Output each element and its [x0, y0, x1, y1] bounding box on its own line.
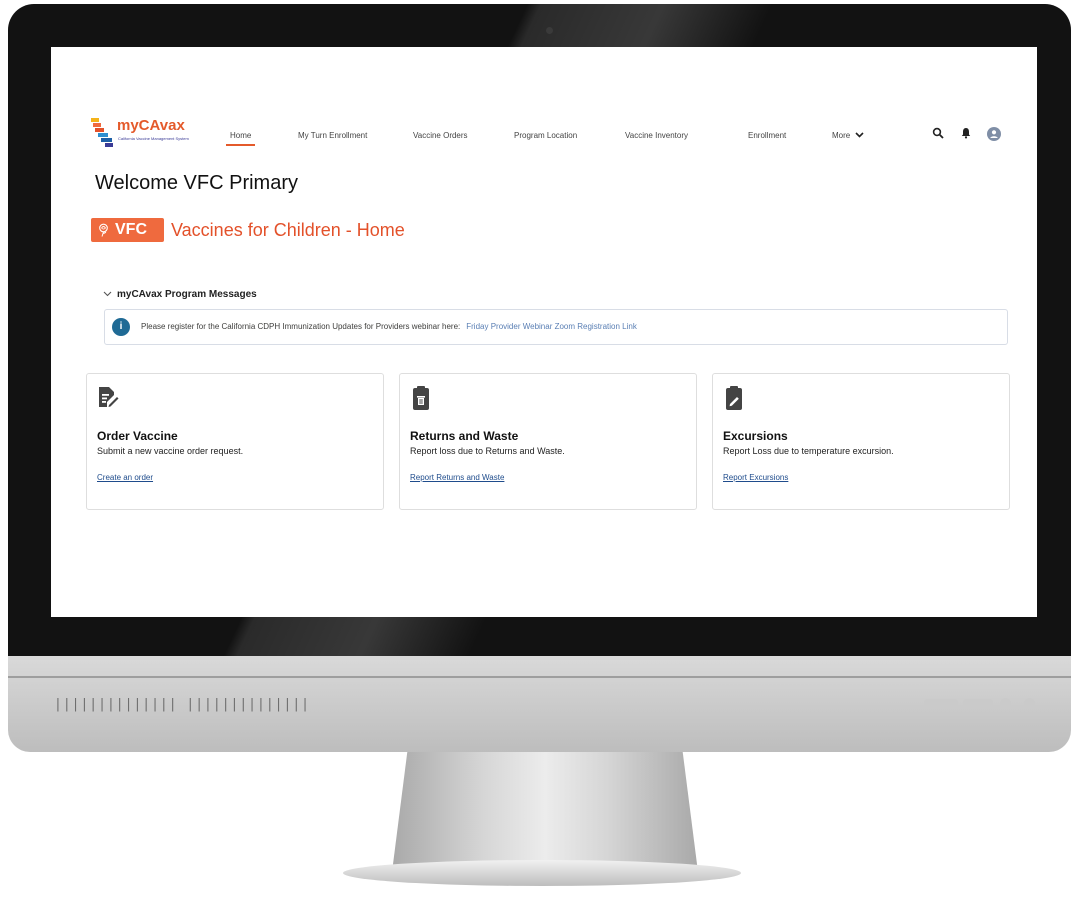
report-excursions-link[interactable]: Report Excursions: [723, 473, 788, 482]
chin-divider: [8, 676, 1071, 678]
logo-tagline: California Vaccine Management System: [118, 136, 189, 141]
card-title: Order Vaccine: [97, 429, 178, 443]
vfc-badge: VFC: [91, 218, 164, 242]
camera: [546, 27, 553, 34]
speaker-grille: |||||||||||||| ||||||||||||||: [54, 697, 310, 712]
program-messages-toggle[interactable]: myCAvax Program Messages: [117, 289, 257, 300]
logo-text: myCAvax: [117, 117, 185, 134]
report-returns-waste-link[interactable]: Report Returns and Waste: [410, 473, 504, 482]
message-text: Please register for the California CDPH …: [141, 322, 637, 331]
nav-my-turn-enrollment[interactable]: My Turn Enrollment: [298, 131, 367, 140]
webinar-registration-link[interactable]: Friday Provider Webinar Zoom Registratio…: [466, 322, 637, 331]
card-title: Excursions: [723, 429, 788, 443]
mycavax-logo[interactable]: myCAvax California Vaccine Management Sy…: [91, 117, 211, 148]
app-screen: myCAvax California Vaccine Management Sy…: [51, 47, 1037, 617]
bell-icon[interactable]: [960, 127, 972, 139]
nav-home[interactable]: Home: [225, 131, 256, 146]
card-title: Returns and Waste: [410, 429, 519, 443]
california-logo-icon: [91, 118, 113, 147]
chevron-down-icon[interactable]: [103, 291, 112, 297]
search-icon[interactable]: [932, 127, 944, 139]
clipboard-trash-icon: [413, 386, 429, 410]
program-title: Vaccines for Children - Home: [171, 220, 405, 240]
nav-more-label: More: [832, 131, 851, 140]
excursions-card: Excursions Report Loss due to temperatur…: [712, 373, 1010, 510]
monitor-button: [1024, 698, 1035, 709]
order-vaccine-card: Order Vaccine Submit a new vaccine order…: [86, 373, 384, 510]
user-avatar-icon[interactable]: [987, 127, 1001, 141]
card-description: Submit a new vaccine order request.: [97, 446, 244, 456]
monitor-button: [963, 699, 993, 709]
clipboard-edit-icon: [726, 386, 742, 410]
vfc-badge-text: VFC: [115, 221, 147, 238]
program-message: i Please register for the California CDP…: [104, 309, 1008, 345]
returns-waste-card: Returns and Waste Report loss due to Ret…: [399, 373, 697, 510]
nav-program-location[interactable]: Program Location: [514, 131, 577, 140]
card-description: Report Loss due to temperature excursion…: [723, 446, 894, 456]
nav-vaccine-orders[interactable]: Vaccine Orders: [413, 131, 468, 140]
card-description: Report loss due to Returns and Waste.: [410, 446, 565, 456]
chevron-down-icon: [855, 132, 865, 138]
monitor-base: [343, 860, 741, 886]
info-icon: i: [112, 318, 130, 336]
order-document-icon: [99, 387, 119, 407]
monitor-button: [1000, 698, 1011, 709]
message-body: Please register for the California CDPH …: [141, 322, 461, 331]
nav-more[interactable]: More: [832, 131, 865, 140]
monitor-button: [924, 699, 958, 709]
nav-enrollment[interactable]: Enrollment: [748, 131, 786, 140]
nav-vaccine-inventory[interactable]: Vaccine Inventory: [625, 131, 688, 140]
rose-icon: [99, 223, 108, 237]
monitor-stand: [392, 752, 698, 872]
page-title: Welcome VFC Primary: [95, 172, 298, 194]
create-order-link[interactable]: Create an order: [97, 473, 153, 482]
